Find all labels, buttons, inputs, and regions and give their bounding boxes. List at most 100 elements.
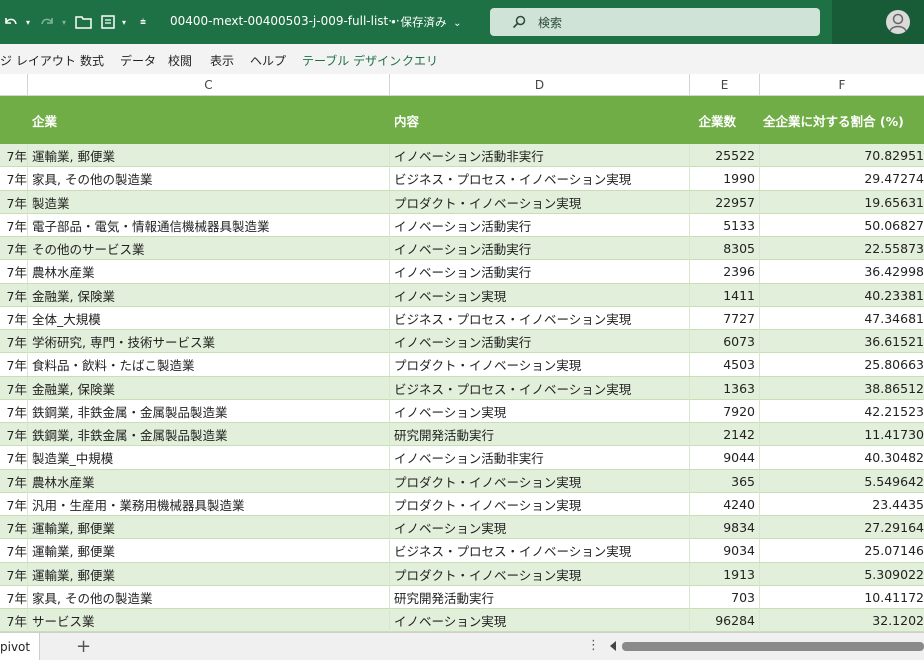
tab-review[interactable]: 校閲 [168, 52, 192, 69]
cell-year[interactable]: 7年 [0, 585, 28, 609]
cell-ratio[interactable]: 5.309022 [760, 563, 924, 586]
cell-ratio[interactable]: 42.21523 [760, 400, 924, 423]
form-dropdown-icon[interactable]: ▾ [118, 10, 128, 34]
scroll-left-icon[interactable] [610, 641, 616, 651]
cell-content[interactable]: イノベーション実現 [390, 399, 690, 423]
cell-ratio[interactable]: 23.4435 [760, 493, 924, 516]
cell-count[interactable]: 365 [690, 469, 760, 493]
cell-count[interactable]: 7727 [690, 306, 760, 330]
cell-count[interactable]: 8305 [690, 237, 760, 260]
cell-year[interactable]: 7年 [0, 423, 28, 446]
header-ratio[interactable]: 全企業に対する割合 (%) [760, 96, 924, 144]
cell-year[interactable]: 7年 [0, 260, 28, 284]
cell-company[interactable]: 運輸業, 郵便業 [28, 144, 390, 167]
cell-ratio[interactable]: 22.55873 [760, 237, 924, 260]
horizontal-scrollbar[interactable] [622, 642, 924, 651]
cell-content[interactable]: イノベーション活動実行 [390, 237, 690, 260]
cell-content[interactable]: プロダクト・イノベーション実現 [390, 353, 690, 377]
column-header-c[interactable]: C [28, 74, 390, 96]
cell-count[interactable]: 5133 [690, 213, 760, 237]
add-sheet-button[interactable]: + [76, 636, 91, 657]
tab-page-layout[interactable]: ジ レイアウト [0, 52, 76, 69]
cell-content[interactable]: イノベーション実現 [390, 609, 690, 632]
cell-ratio[interactable]: 29.47274 [760, 167, 924, 190]
cell-company[interactable]: 食料品・飲料・たばこ製造業 [28, 353, 390, 377]
cell-company[interactable]: 全体_大規模 [28, 306, 390, 330]
save-status[interactable]: • 保存済み ⌄ [390, 14, 462, 30]
cell-year[interactable]: 7年 [0, 376, 28, 400]
search-box[interactable]: 検索 [490, 8, 820, 36]
cell-ratio[interactable]: 25.07146 [760, 539, 924, 562]
more-options-icon[interactable]: ⋮ [587, 638, 600, 653]
cell-content[interactable]: ビジネス・プロセス・イノベーション実現 [390, 539, 690, 563]
cell-content[interactable]: ビジネス・プロセス・イノベーション実現 [390, 376, 690, 400]
open-folder-icon[interactable] [74, 10, 94, 34]
cell-year[interactable]: 7年 [0, 353, 28, 377]
cell-company[interactable]: 金融業, 保険業 [28, 376, 390, 400]
cell-count[interactable]: 703 [690, 585, 760, 609]
cell-company[interactable]: 汎用・生産用・業務用機械器具製造業 [28, 492, 390, 516]
cell-year[interactable]: 7年 [0, 399, 28, 423]
cell-content[interactable]: プロダクト・イノベーション実現 [390, 562, 690, 586]
cell-content[interactable]: イノベーション実現 [390, 516, 690, 539]
cell-company[interactable]: 運輸業, 郵便業 [28, 562, 390, 586]
cell-company[interactable]: 製造業 [28, 190, 390, 214]
cell-ratio[interactable]: 19.65631 [760, 191, 924, 214]
cell-content[interactable]: プロダクト・イノベーション実現 [390, 190, 690, 214]
sheet-tab-pivot[interactable]: pivot [0, 633, 40, 660]
tab-formulas[interactable]: 数式 [80, 52, 104, 69]
cell-count[interactable]: 25522 [690, 144, 760, 167]
cell-company[interactable]: 農林水産業 [28, 260, 390, 284]
undo-dropdown-icon[interactable]: ▾ [22, 10, 32, 34]
cell-ratio[interactable]: 27.29164 [760, 516, 924, 539]
cell-year[interactable]: 7年 [0, 237, 28, 260]
cell-content[interactable]: イノベーション活動非実行 [390, 446, 690, 470]
cell-count[interactable]: 4240 [690, 492, 760, 516]
cell-count[interactable]: 9834 [690, 516, 760, 539]
cell-company[interactable]: 鉄鋼業, 非鉄金属・金属製品製造業 [28, 399, 390, 423]
header-content[interactable]: 内容 [390, 96, 690, 144]
cell-year[interactable]: 7年 [0, 213, 28, 237]
cell-ratio[interactable]: 10.41172 [760, 586, 924, 609]
cell-count[interactable]: 2142 [690, 423, 760, 446]
cell-company[interactable]: 農林水産業 [28, 469, 390, 493]
cell-content[interactable]: プロダクト・イノベーション実現 [390, 469, 690, 493]
column-header-d[interactable]: D [390, 74, 690, 96]
cell-year[interactable]: 7年 [0, 469, 28, 493]
cell-ratio[interactable]: 38.86512 [760, 377, 924, 400]
cell-ratio[interactable]: 11.41730 [760, 423, 924, 446]
cell-year[interactable]: 7年 [0, 562, 28, 586]
cell-ratio[interactable]: 70.82951 [760, 144, 924, 167]
cell-year[interactable]: 7年 [0, 167, 28, 191]
cell-ratio[interactable]: 25.80663 [760, 353, 924, 376]
cell-company[interactable]: 製造業_中規模 [28, 446, 390, 470]
cell-year[interactable]: 7年 [0, 283, 28, 307]
cell-count[interactable]: 96284 [690, 609, 760, 632]
column-header-f[interactable]: F [760, 74, 924, 96]
cell-count[interactable]: 2396 [690, 260, 760, 284]
cell-count[interactable]: 7920 [690, 399, 760, 423]
cell-company[interactable]: 運輸業, 郵便業 [28, 539, 390, 563]
cell-count[interactable]: 22957 [690, 190, 760, 214]
cell-count[interactable]: 1913 [690, 562, 760, 586]
redo-icon[interactable] [36, 10, 58, 34]
cell-year[interactable]: 7年 [0, 190, 28, 214]
cell-company[interactable]: 金融業, 保険業 [28, 283, 390, 307]
header-company[interactable]: 企業 [28, 96, 390, 144]
avatar[interactable] [886, 10, 910, 34]
header-count[interactable]: 企業数 [690, 96, 760, 144]
cell-content[interactable]: イノベーション活動実行 [390, 213, 690, 237]
cell-count[interactable]: 1363 [690, 376, 760, 400]
cell-ratio[interactable]: 36.61521 [760, 330, 924, 353]
cell-ratio[interactable]: 32.1202 [760, 609, 924, 632]
cell-content[interactable]: 研究開発活動実行 [390, 423, 690, 446]
tab-data[interactable]: データ [120, 52, 156, 69]
tab-table-design[interactable]: テーブル デザイン [302, 52, 401, 69]
cell-company[interactable]: 家具, その他の製造業 [28, 167, 390, 191]
cell-year[interactable]: 7年 [0, 492, 28, 516]
cell-content[interactable]: イノベーション活動非実行 [390, 144, 690, 167]
cell-year[interactable]: 7年 [0, 516, 28, 539]
cell-count[interactable]: 1990 [690, 167, 760, 191]
cell-company[interactable]: サービス業 [28, 609, 390, 632]
cell-year[interactable]: 7年 [0, 306, 28, 330]
